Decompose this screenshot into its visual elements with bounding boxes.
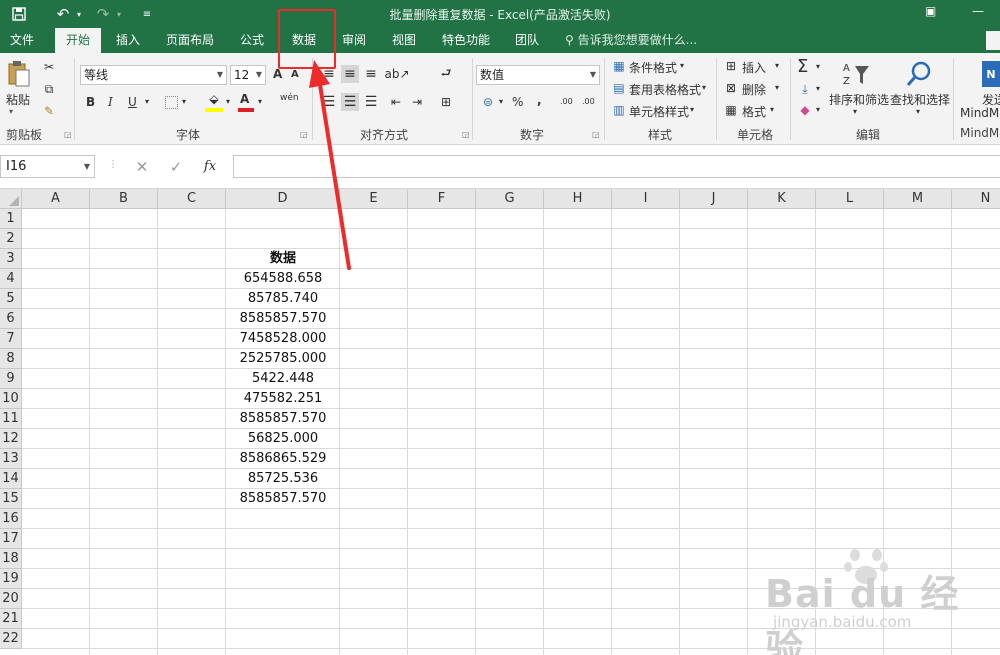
watermark-brand: Bai du 经验 <box>765 572 960 655</box>
baidu-watermark: Bai du 经验 jingyan.baidu.com <box>755 545 995 655</box>
watermark-url: jingyan.baidu.com <box>773 613 912 631</box>
